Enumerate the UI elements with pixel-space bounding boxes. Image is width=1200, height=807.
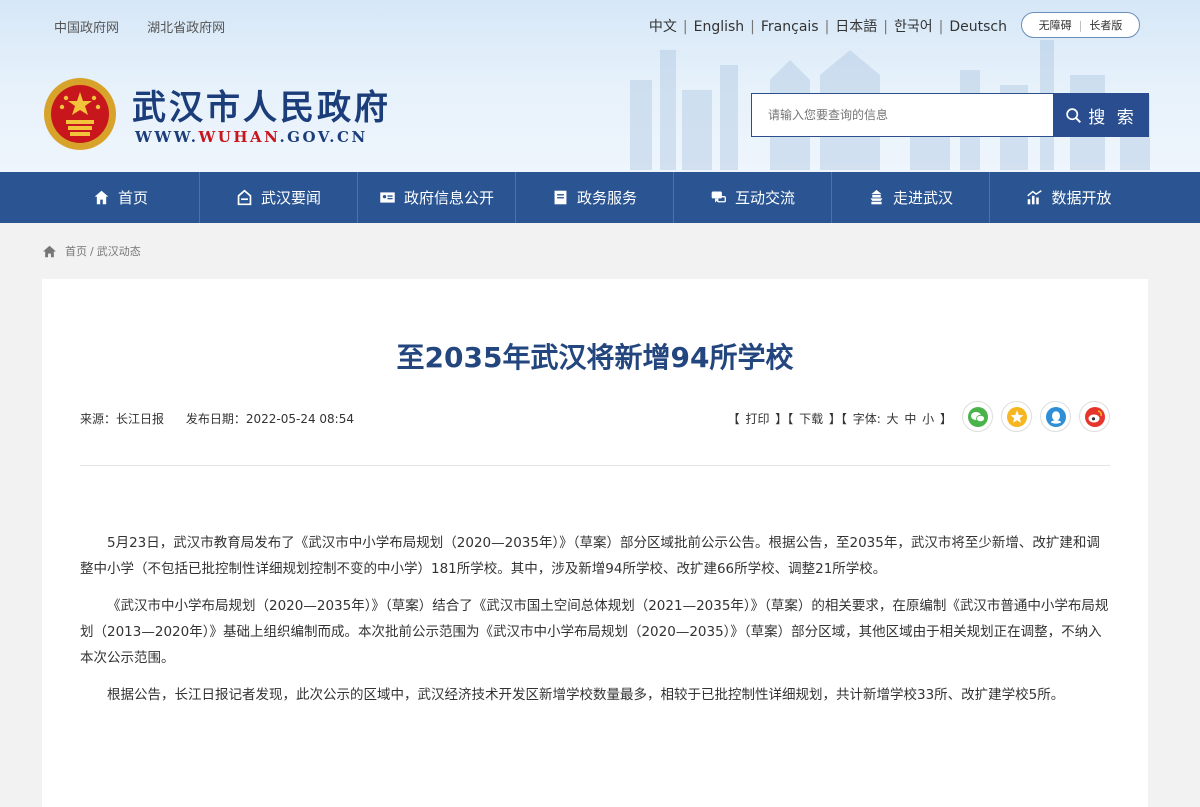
lang-fr[interactable]: Français: [761, 19, 819, 35]
elder-mode-button[interactable]: 长者版: [1089, 17, 1122, 33]
article-paragraph: 《武汉市中小学布局规划（2020—2035年）》（草案）结合了《武汉市国土空间总…: [80, 598, 1109, 666]
site-title: 武汉市人民政府: [132, 88, 391, 128]
wechat-share-button[interactable]: [962, 401, 993, 432]
inbox-icon: [237, 189, 252, 206]
site-domain: WWW.WUHAN.GOV.CN: [135, 128, 368, 146]
search-button[interactable]: 搜 索: [1053, 93, 1149, 137]
chart-icon: [1027, 190, 1043, 205]
nav-home[interactable]: 首页: [42, 172, 200, 223]
share-bar: [962, 401, 1110, 432]
article-meta: 来源：长江日报 发布日期：2022-05-24 08:54: [80, 410, 372, 427]
accessibility-toggle: 无障碍 | 长者版: [1021, 12, 1140, 38]
weibo-icon: [1084, 406, 1105, 427]
star-icon: [1006, 406, 1027, 427]
favorite-button[interactable]: [1001, 401, 1032, 432]
breadcrumb: 首页 / 武汉动态: [42, 243, 141, 259]
nav-services[interactable]: 政务服务: [516, 172, 674, 223]
qq-share-button[interactable]: [1040, 401, 1071, 432]
accessibility-button[interactable]: 无障碍: [1039, 17, 1072, 33]
building-icon: [870, 189, 883, 205]
article-paragraph: 5月23日，武汉市教育局发布了《武汉市中小学布局规划（2020—2035年）》（…: [80, 535, 1100, 577]
search-icon: [1066, 107, 1082, 123]
nav-explore-wuhan[interactable]: 走进武汉: [832, 172, 990, 223]
nav-gov-info[interactable]: 政府信息公开: [358, 172, 516, 223]
weibo-share-button[interactable]: [1079, 401, 1110, 432]
article-card: 至2035年武汉将新增94所学校 来源：长江日报 发布日期：2022-05-24…: [42, 279, 1148, 807]
language-switcher: 中文 | English | Français | 日本語 | 한국어 | Deutsch: [648, 19, 1007, 35]
article-tools[interactable]: 【 打印 】【 下载 】【 字体: 大 中 小 】: [728, 410, 952, 427]
article-paragraph: 根据公告，长江日报记者发现，此次公示的区域中，武汉经济技术开发区新增学校数量最多…: [107, 687, 1065, 703]
lang-en[interactable]: English: [694, 19, 745, 35]
lang-ja[interactable]: 日本語: [835, 19, 877, 35]
lang-ko[interactable]: 한국어: [894, 19, 933, 35]
meta-divider: [80, 465, 1110, 466]
header-banner: 中国政府网 湖北省政府网 中文 | English | Français | 日本語 | 한국어…: [0, 0, 1200, 172]
folder-icon: [554, 190, 567, 205]
nav-interaction[interactable]: 互动交流: [674, 172, 832, 223]
home-icon: [94, 190, 109, 205]
article-title: 至2035年武汉将新增94所学校: [396, 341, 794, 374]
qq-icon: [1045, 406, 1066, 427]
nav-open-data[interactable]: 数据开放: [990, 172, 1148, 223]
lang-de[interactable]: Deutsch: [949, 19, 1007, 35]
home-icon: [43, 245, 56, 257]
breadcrumb-home[interactable]: 首页: [65, 243, 87, 259]
gov-cn-link[interactable]: 中国政府网: [54, 21, 119, 36]
lang-zh[interactable]: 中文: [649, 19, 677, 35]
article-source: 来源：长江日报: [80, 412, 165, 426]
article-date: 发布日期：2022-05-24 08:54: [185, 412, 354, 426]
id-card-icon: [380, 192, 395, 203]
search-input[interactable]: [751, 93, 1053, 137]
breadcrumb-sep: /: [90, 244, 94, 258]
nav-news[interactable]: 武汉要闻: [200, 172, 358, 223]
breadcrumb-current[interactable]: 武汉动态: [97, 243, 141, 259]
article-body: 5月23日，武汉市教育局发布了《武汉市中小学布局规划（2020—2035年）》（…: [80, 530, 1112, 719]
top-links: 中国政府网 湖北省政府网: [54, 17, 249, 36]
wechat-icon: [967, 406, 988, 427]
chat-icon: [711, 191, 726, 203]
hubei-gov-link[interactable]: 湖北省政府网: [147, 21, 225, 36]
national-emblem-icon: [44, 78, 116, 150]
main-nav: 首页 武汉要闻 政府信息公开 政务服务 互动交流 走进武汉 数据开放: [0, 172, 1200, 223]
